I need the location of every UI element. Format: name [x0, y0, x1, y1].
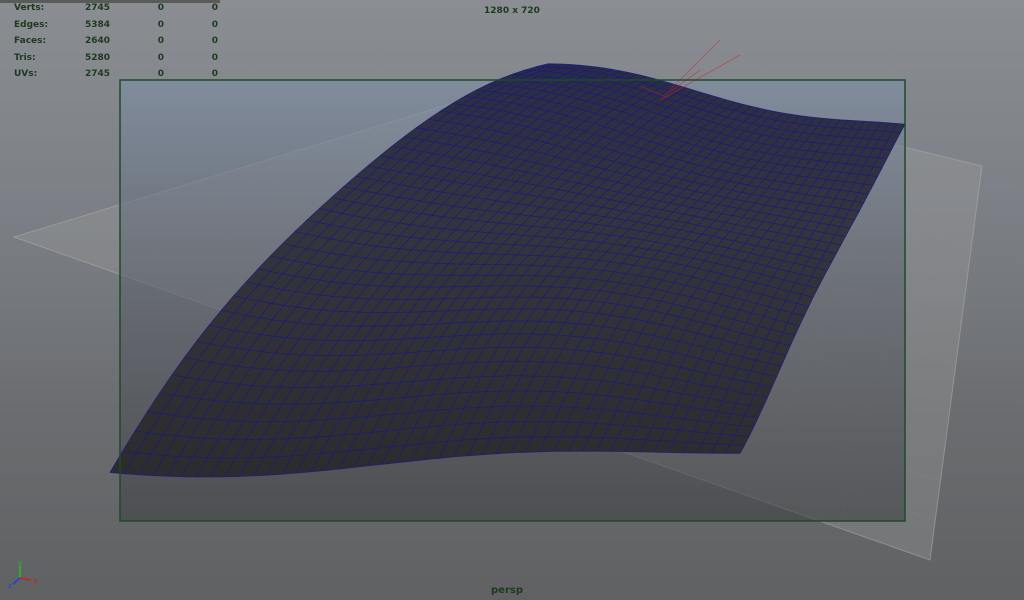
hud-label: UVs: — [14, 69, 38, 79]
hud-row-faces: Faces: 2640 0 0 — [14, 33, 218, 50]
axis-z-label: z — [8, 582, 12, 590]
hud-label: Tris: — [14, 52, 36, 63]
axis-x-label: x — [33, 577, 37, 585]
hud-value: 5384 — [84, 19, 110, 30]
hud-row-edges: Edges: 5384 0 0 — [14, 17, 218, 34]
hud-value: 0 — [157, 36, 164, 46]
hud-row-uvs: UVs: 2745 0 0 — [14, 66, 218, 83]
axis-x-line — [19, 577, 32, 581]
hud-value: 2640 — [84, 36, 110, 46]
hud-value: 0 — [157, 69, 164, 79]
hud-value: 0 — [157, 52, 164, 63]
hud-value: 2745 — [84, 69, 110, 79]
perspective-viewport[interactable]: Verts: 2745 0 0 Edges: 5384 0 0 Faces: 2… — [0, 0, 1024, 600]
scene-canvas[interactable] — [0, 0, 1024, 600]
hud-value: 0 — [211, 36, 218, 46]
view-axis-icon: y x z — [8, 559, 37, 590]
axis-z-line — [12, 577, 21, 585]
hud-label: Faces: — [14, 36, 47, 46]
axis-y-label: y — [18, 559, 22, 567]
hud-label: Edges: — [14, 19, 49, 30]
hud-value: 0 — [211, 19, 218, 30]
resolution-gate-label: 1280 x 720 — [484, 6, 540, 16]
hud-value: 5280 — [84, 52, 110, 63]
hud-row-tris: Tris: 5280 0 0 — [14, 50, 218, 67]
hud-value: 0 — [211, 52, 218, 63]
camera-name-label: persp — [491, 585, 523, 596]
hud-value: 0 — [211, 69, 218, 79]
hud-value: 0 — [157, 19, 164, 30]
